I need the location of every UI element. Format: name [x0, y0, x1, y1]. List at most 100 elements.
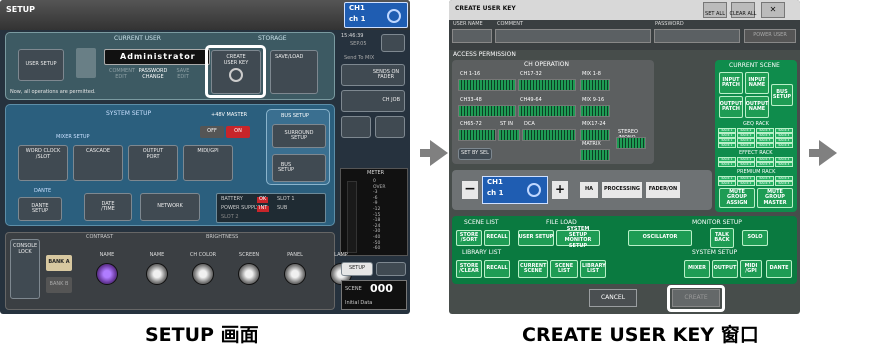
back-button[interactable] — [341, 116, 371, 138]
rack-cell[interactable]: RACK 3 — [756, 143, 774, 148]
rack-cell[interactable]: RACK 1 — [718, 162, 736, 167]
rack-cell[interactable]: RACK 2 — [737, 176, 755, 181]
rack-cell[interactable]: RACK 2 — [737, 157, 755, 162]
surround-setup-button[interactable]: SURROUND SETUP — [272, 124, 326, 148]
cascade-button[interactable]: CASCADE — [73, 145, 123, 181]
ch-group-toggles[interactable] — [580, 105, 610, 117]
power-user-button[interactable]: POWER USER — [744, 29, 796, 43]
bank-a-button[interactable]: BANK A — [46, 255, 72, 271]
rack-cell[interactable]: RACK 4 — [775, 157, 793, 162]
solo-button[interactable]: SOLO — [742, 230, 768, 246]
bus-setup-button[interactable]: BUS SETUP — [272, 154, 326, 182]
save-load-button[interactable]: SAVE/LOAD — [270, 50, 318, 94]
ha-button[interactable]: HA — [580, 182, 598, 198]
mute-group-assign-button[interactable]: MUTE GROUP ASSIGN — [719, 188, 755, 208]
ch-group-cell[interactable]: MIX 9-16 — [580, 97, 610, 120]
fader-on-button[interactable]: FADER/ON — [646, 182, 680, 198]
rack-cell[interactable]: RACK 2 — [737, 128, 755, 133]
rack-cell[interactable]: RACK 3 — [756, 133, 774, 138]
minus-icon[interactable]: − — [462, 181, 478, 199]
phantom-off-button[interactable]: OFF — [200, 126, 224, 138]
output-port-button[interactable]: OUTPUT PORT — [128, 145, 178, 181]
sends-on-fader-button[interactable]: SENDS ON FADER — [341, 64, 405, 86]
dante-perm-button[interactable]: DANTE — [766, 260, 792, 278]
ch-group-toggles[interactable] — [458, 129, 496, 141]
save-edit-button[interactable]: SAVE EDIT — [173, 68, 193, 80]
library-store-clear-button[interactable]: STORE /CLEAR — [456, 260, 482, 278]
user-button[interactable] — [376, 262, 406, 276]
ch-group-cell[interactable]: MIX 1-8 — [580, 71, 610, 94]
rack-cell[interactable]: RACK 4 — [775, 176, 793, 181]
oscillator-button[interactable]: OSCILLATOR — [628, 230, 692, 246]
comment-field[interactable] — [495, 29, 651, 43]
library-list-load-button[interactable]: LIBRARY LIST — [580, 260, 606, 278]
user-name-field[interactable] — [452, 29, 492, 43]
word-clock-button[interactable]: WORD CLOCK /SLOT — [18, 145, 68, 181]
rack-cell[interactable]: RACK 4 — [775, 181, 793, 186]
rack-cell[interactable]: RACK 1 — [718, 157, 736, 162]
ch-group-toggles[interactable] — [616, 137, 646, 149]
rack-cell[interactable]: RACK 2 — [737, 133, 755, 138]
input-patch-button[interactable]: INPUT PATCH — [719, 72, 743, 94]
ch-group-cell[interactable]: ST IN — [498, 121, 520, 144]
ch-group-toggles[interactable] — [580, 129, 610, 141]
ch-group-cell[interactable]: STEREO /MONO — [616, 129, 646, 152]
knob[interactable] — [238, 263, 260, 285]
ch-group-toggles[interactable] — [580, 79, 610, 91]
date-time-button[interactable]: DATE /TIME — [84, 193, 132, 221]
input-name-button[interactable]: INPUT NAME — [745, 72, 769, 94]
rack-cell[interactable]: RACK 4 — [775, 138, 793, 143]
ch-group-cell[interactable]: MATRIX — [580, 141, 610, 164]
rack-cell[interactable]: RACK 1 — [718, 128, 736, 133]
rack-cell[interactable]: RACK 4 — [775, 143, 793, 148]
output-patch-button[interactable]: OUTPUT PATCH — [719, 96, 743, 118]
knob[interactable] — [146, 263, 168, 285]
rack-cell[interactable]: RACK 2 — [737, 181, 755, 186]
ch-group-toggles[interactable] — [518, 79, 576, 91]
library-recall-button[interactable]: RECALL — [484, 260, 510, 278]
ch-group-cell[interactable]: DCA — [522, 121, 576, 144]
rack-cell[interactable]: RACK 1 — [718, 143, 736, 148]
rack-cell[interactable]: RACK 4 — [775, 162, 793, 167]
knob[interactable] — [192, 263, 214, 285]
rack-cell[interactable]: RACK 3 — [756, 162, 774, 167]
rack-cell[interactable]: RACK 1 — [718, 181, 736, 186]
rack-cell[interactable]: RACK 3 — [756, 176, 774, 181]
ch-group-toggles[interactable] — [580, 149, 610, 161]
rack-cell[interactable]: RACK 2 — [737, 162, 755, 167]
cancel-button[interactable]: CANCEL — [589, 289, 637, 307]
comment-edit-button[interactable]: COMMENT EDIT — [109, 68, 135, 80]
ch-group-toggles[interactable] — [458, 105, 516, 117]
ch-group-cell[interactable]: CH33-48 — [458, 97, 516, 120]
password-field[interactable] — [654, 29, 740, 43]
ch-group-toggles[interactable] — [522, 129, 576, 141]
rack-cell[interactable]: RACK 1 — [718, 133, 736, 138]
midi-gpi-button[interactable]: MIDI/GPI — [183, 145, 233, 181]
close-icon[interactable]: ✕ — [761, 2, 785, 18]
ch-group-cell[interactable]: CH49-64 — [518, 97, 576, 120]
mute-group-master-button[interactable]: MUTE GROUP MASTER — [757, 188, 793, 208]
rack-cell[interactable]: RACK 4 — [775, 128, 793, 133]
ch-job-button[interactable]: CH JOB — [341, 90, 405, 112]
scene-list-load-button[interactable]: SCENE LIST — [550, 260, 578, 278]
scene-recall-button[interactable]: RECALL — [484, 230, 510, 246]
rack-cell[interactable]: RACK 3 — [756, 157, 774, 162]
rack-cell[interactable]: RACK 2 — [737, 143, 755, 148]
dante-setup-button[interactable]: DANTE SETUP — [18, 197, 62, 221]
talkback-button[interactable]: TALK BACK — [710, 228, 734, 248]
bus-setup-perm-button[interactable]: BUS SETUP — [771, 84, 793, 106]
forward-button[interactable] — [375, 116, 405, 138]
phantom-on-button[interactable]: ON — [226, 126, 250, 138]
ch-group-cell[interactable]: CH17-32 — [518, 71, 576, 94]
file-user-setup-button[interactable]: USER SETUP — [518, 230, 554, 246]
ch-group-toggles[interactable] — [458, 79, 516, 91]
output-button[interactable]: OUTPUT — [712, 260, 738, 278]
set-all-button[interactable]: SET ALL — [703, 2, 727, 18]
rack-cell[interactable]: RACK 2 — [737, 138, 755, 143]
current-scene-load-button[interactable]: CURRENT SCENE — [518, 260, 548, 278]
console-lock-button[interactable]: CONSOLE LOCK — [10, 239, 40, 299]
rack-cell[interactable]: RACK 3 — [756, 181, 774, 186]
scene-display[interactable]: SCENE 000 Initial Data — [341, 280, 407, 310]
rack-cell[interactable]: RACK 1 — [718, 176, 736, 181]
file-system-setup-button[interactable]: SYSTEM SETUP MONITOR SETUP — [556, 226, 600, 248]
